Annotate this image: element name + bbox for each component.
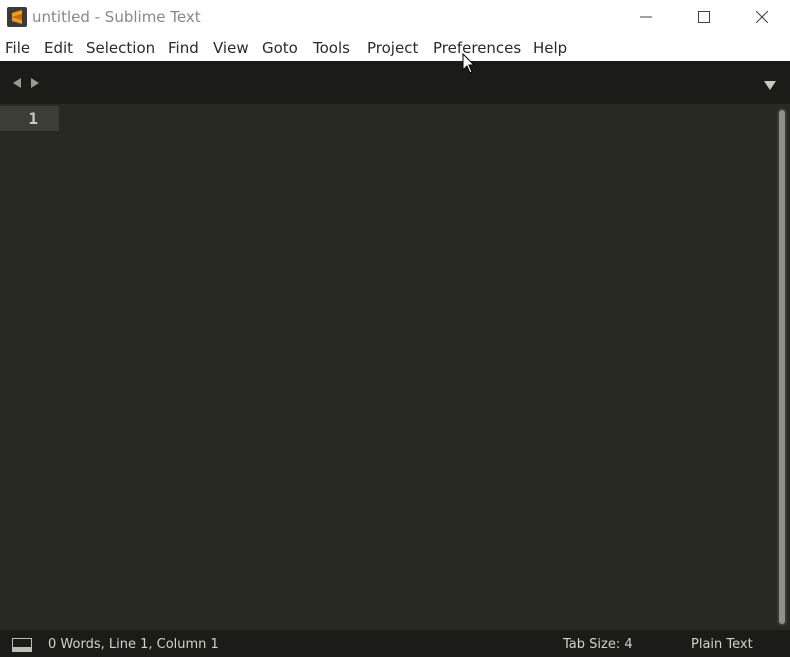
panel-icon	[12, 638, 32, 652]
menu-tools[interactable]: Tools	[313, 39, 350, 57]
tab-scroll-left-button[interactable]	[10, 75, 24, 89]
triangle-right-icon	[31, 78, 39, 88]
tab-scroll-right-button[interactable]	[28, 75, 42, 89]
menu-view[interactable]: View	[213, 39, 249, 57]
tab-list-dropdown-button[interactable]	[763, 76, 777, 90]
menu-goto[interactable]: Goto	[262, 39, 298, 57]
menu-edit[interactable]: Edit	[44, 39, 73, 57]
sublime-logo-icon	[7, 7, 27, 27]
menu-preferences[interactable]: Preferences	[433, 39, 521, 57]
maximize-icon	[698, 11, 710, 23]
menu-selection[interactable]: Selection	[86, 39, 155, 57]
triangle-down-icon	[764, 81, 776, 90]
tab-size-selector[interactable]: Tab Size: 4	[563, 637, 633, 652]
sublime-window: untitled - Sublime Text File Edit Select…	[0, 0, 790, 657]
panel-toggle-button[interactable]	[12, 637, 32, 652]
tab-bar	[0, 61, 790, 104]
editor-area[interactable]: 1	[0, 104, 790, 630]
window-title: untitled - Sublime Text	[32, 8, 201, 26]
menu-find[interactable]: Find	[168, 39, 199, 57]
vertical-scrollbar[interactable]	[777, 108, 787, 626]
status-bar: 0 Words, Line 1, Column 1 Tab Size: 4 Pl…	[0, 630, 790, 657]
mouse-cursor-icon	[462, 52, 476, 75]
active-line-gutter: 1	[0, 106, 59, 131]
menu-bar: File Edit Selection Find View Goto Tools…	[0, 34, 790, 61]
status-summary: 0 Words, Line 1, Column 1	[48, 637, 219, 652]
line-number: 1	[28, 109, 38, 128]
maximize-button[interactable]	[675, 0, 733, 34]
menu-help[interactable]: Help	[533, 39, 567, 57]
scrollbar-thumb[interactable]	[779, 110, 785, 624]
title-bar[interactable]: untitled - Sublime Text	[0, 0, 790, 34]
minimize-icon	[640, 16, 652, 18]
close-icon	[756, 11, 768, 23]
close-button[interactable]	[733, 0, 790, 34]
menu-project[interactable]: Project	[367, 39, 418, 57]
menu-file[interactable]: File	[5, 39, 30, 57]
minimize-button[interactable]	[617, 0, 675, 34]
syntax-selector[interactable]: Plain Text	[691, 637, 753, 652]
triangle-left-icon	[13, 78, 21, 88]
